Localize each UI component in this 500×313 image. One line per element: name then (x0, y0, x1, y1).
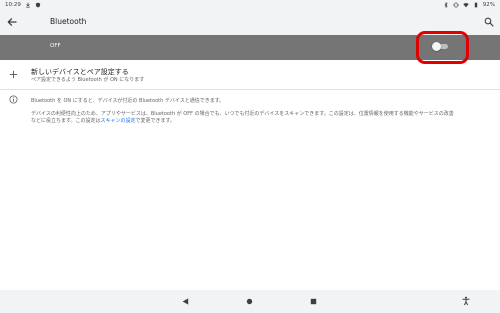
info-text-suffix: で変更できます。 (135, 118, 176, 124)
back-arrow-icon[interactable] (6, 16, 18, 28)
divider (0, 89, 500, 90)
wifi-icon (463, 2, 469, 7)
vibrate-icon (453, 2, 459, 7)
plus-icon (9, 70, 18, 79)
pair-new-device-item[interactable]: 新しいデバイスとペア設定する ペア設定できるよう Bluetooth が ON … (0, 60, 500, 88)
info-icon (9, 95, 18, 104)
info-text-bluetooth-on: Bluetooth を ON にすると、デバイスが付近の Bluetooth デ… (31, 98, 225, 104)
nav-recents-icon[interactable] (309, 297, 318, 306)
info-text-scanning: デバイスの利便性向上のため、アプリやサービスは、Bluetooth が OFF … (31, 111, 454, 117)
battery-icon (474, 1, 477, 7)
search-icon[interactable] (484, 17, 494, 27)
page-title: Bluetooth (50, 17, 87, 26)
accessibility-icon[interactable] (461, 296, 471, 306)
download-icon (26, 2, 30, 7)
status-left: 10:29 (5, 2, 41, 8)
navigation-bar (0, 290, 500, 313)
bluetooth-settings-screen: 10:29 92% Bluetooth OFF 新しいデバイスとペア設定する ペ… (0, 0, 500, 313)
pair-new-device-subtitle: ペア設定できるよう Bluetooth が ON になります (31, 77, 145, 83)
master-switch-label: OFF (50, 43, 61, 49)
nav-home-icon[interactable] (245, 297, 254, 306)
nav-back-icon[interactable] (181, 297, 190, 306)
scanning-settings-link[interactable]: スキャンの設定 (101, 118, 136, 124)
status-right: 92% (443, 1, 495, 8)
battery-percent: 92% (482, 1, 495, 8)
bluetooth-icon (444, 1, 448, 8)
status-bar: 10:29 92% (0, 0, 500, 9)
info-text-scanning-settings: などに役立ちます。この設定はスキャンの設定で変更できます。 (31, 117, 175, 124)
info-text-prefix: などに役立ちます。この設定は (31, 118, 101, 124)
shield-icon (35, 2, 40, 7)
status-time: 10:29 (5, 1, 21, 8)
